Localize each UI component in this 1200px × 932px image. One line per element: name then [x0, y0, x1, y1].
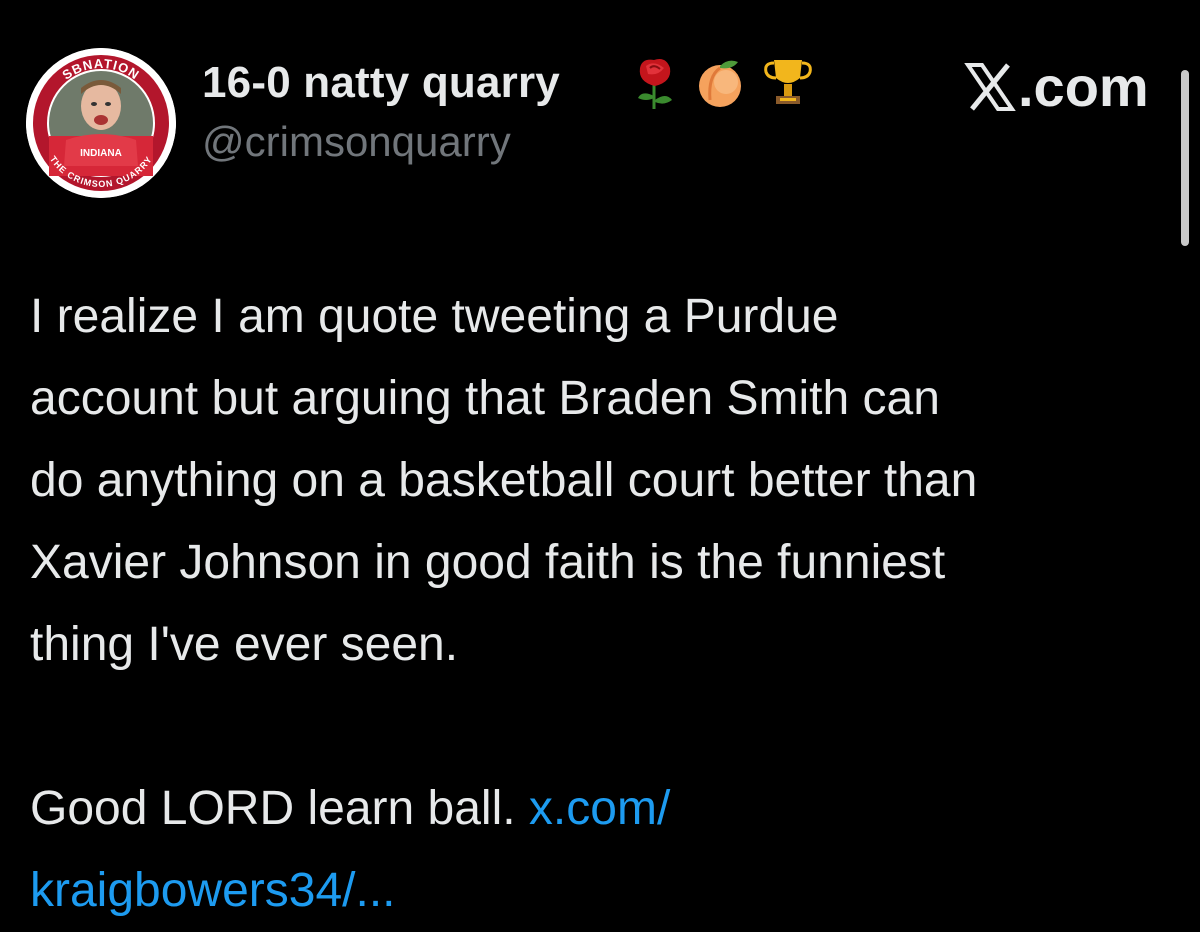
peach-emoji	[699, 60, 741, 107]
scrollbar[interactable]	[1181, 70, 1189, 246]
closing-text: Good LORD learn ball.	[30, 782, 516, 835]
handle[interactable]: @crimsonquarry	[202, 118, 511, 166]
crimson-quarry-logo-icon: INDIANA SBNATION THE CRIMSON QUARRY	[26, 48, 176, 198]
tweet-line: account but arguing that Braden Smith ca…	[30, 372, 940, 425]
tweet: INDIANA SBNATION THE CRIMSON QUARRY 16-0…	[0, 0, 1200, 917]
brand-label: .com	[1018, 55, 1149, 118]
svg-text:INDIANA: INDIANA	[80, 148, 122, 159]
link-line: kraigbowers34/...	[30, 850, 1180, 932]
quote-link-continued[interactable]: kraigbowers34/...	[30, 864, 396, 917]
closing-line: Good LORD learn ball. x.com/	[30, 768, 1180, 850]
brand-watermark: .com	[964, 54, 1149, 119]
tweet-line: thing I've ever seen.	[30, 618, 459, 671]
x-logo-icon	[964, 62, 1016, 111]
quote-link[interactable]: x.com/	[529, 782, 670, 835]
display-name[interactable]: 16-0 natty quarry	[202, 58, 560, 108]
tweet-line: Xavier Johnson in good faith is the funn…	[30, 536, 946, 589]
trophy-emoji	[764, 60, 812, 104]
tweet-line: I realize I am quote tweeting a Purdue	[30, 290, 839, 343]
tweet-text: I realize I am quote tweeting a Purdue a…	[30, 276, 1180, 932]
tweet-line: do anything on a basketball court better…	[30, 454, 978, 507]
name-emojis	[632, 52, 814, 112]
avatar[interactable]: INDIANA SBNATION THE CRIMSON QUARRY	[26, 48, 176, 198]
rose-emoji	[638, 59, 672, 109]
